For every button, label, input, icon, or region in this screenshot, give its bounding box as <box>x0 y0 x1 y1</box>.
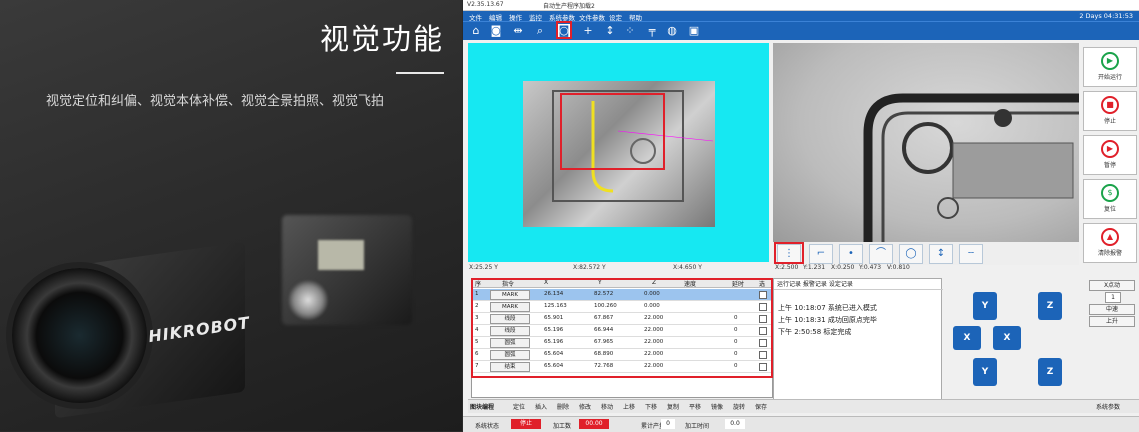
camera-icon[interactable]: ◙ <box>489 24 503 38</box>
process-time-label: 加工时间 <box>685 423 710 430</box>
edit-tab-bar: 图块编程 定位 插入 删除 修改 移动 上移 下移 复制 平移 镜像 旋转 保存… <box>468 399 1139 413</box>
log-line: 上午 10:18:07 系统已进入模式 <box>778 304 877 312</box>
window-title: 自动生产程序加载2 <box>543 3 595 10</box>
coord-readout-2: X:82.572 Y <box>573 264 606 271</box>
play-icon: ▶ <box>1101 52 1119 70</box>
dispensing-software-window: V2.35.13.67 自动生产程序加载2 文件 编辑 操作 监控 系统参数 文… <box>463 0 1139 432</box>
start-button[interactable]: ▶ 开始运行 <box>1083 47 1137 87</box>
process-count-value: 00.00 <box>579 419 609 429</box>
system-state-label: 系统状态 <box>475 423 500 430</box>
process-time-value: 0.0 <box>725 419 745 429</box>
tab-move-up[interactable]: 上移 <box>623 402 635 411</box>
log-panel: 运行记录 报警记录 设定记录 上午 10:18:07 系统已进入模式 上午 10… <box>773 278 944 400</box>
jog-mode-select[interactable]: X点动 <box>1089 280 1135 291</box>
tab-save[interactable]: 保存 <box>755 402 767 411</box>
alarm-icon: ▲ <box>1101 228 1119 246</box>
title-bar: V2.35.13.67 自动生产程序加载2 <box>463 0 1139 11</box>
cam-coord-2: Y:1.231 <box>803 264 826 271</box>
cam-coord-1: X:2.500 <box>775 264 799 271</box>
camera-image-drawing <box>863 93 1079 242</box>
jog-x-minus-button[interactable]: X <box>953 326 981 350</box>
cam-coord-3: X:0.250 <box>831 264 855 271</box>
path-tool-bar: ⋮ ⌐ • ⌒ ◯ ↕ ┄ <box>773 242 1079 265</box>
system-state-value: 停止 <box>511 419 541 429</box>
version-text: V2.35.13.67 <box>467 1 504 8</box>
vertical-icon[interactable]: ↕ <box>603 24 617 38</box>
vertical-line-tool-icon[interactable]: ↕ <box>929 244 953 264</box>
line-end-tool-icon[interactable]: ⌐ <box>809 244 833 264</box>
jog-z-plus-button[interactable]: Z <box>1038 292 1062 320</box>
log-tabs[interactable]: 运行记录 报警记录 设定记录 <box>774 279 944 290</box>
promo-panel: 视觉功能 视觉定位和纠偏、视觉本体补偿、视觉全景拍照、视觉飞拍 HIKROBOT <box>0 0 462 431</box>
tab-block-program[interactable]: 图块编程 <box>470 402 494 411</box>
status-bar: 系统状态 停止 加工数 00.00 累计产量 0 加工时间 0.0 <box>463 416 1139 432</box>
tab-copy[interactable]: 复制 <box>667 402 679 411</box>
cam-coord-4: Y:0.473 <box>859 264 882 271</box>
move-icon[interactable]: ⇹ <box>511 24 525 38</box>
tab-move-down[interactable]: 下移 <box>645 402 657 411</box>
jog-pad: Y Z X X Y Z <box>943 278 1073 398</box>
home-icon[interactable]: ⌂ <box>469 24 483 38</box>
mid-speed-button[interactable]: 中速 <box>1089 304 1135 315</box>
tab-locate[interactable]: 定位 <box>513 402 525 411</box>
camera-live-view[interactable] <box>773 43 1079 242</box>
line-tool-icon[interactable]: • <box>839 244 863 264</box>
log-line: 下午 2:50:58 标定完成 <box>778 328 852 336</box>
jog-z-minus-button[interactable]: Z <box>1038 358 1062 386</box>
pause-button[interactable]: ▶ 暂停 <box>1083 135 1137 175</box>
pause-icon: ▶ <box>1101 140 1119 158</box>
jog-y-plus-button[interactable]: Y <box>973 292 997 320</box>
promo-divider <box>396 72 444 74</box>
camera-port-image <box>318 240 364 270</box>
promo-title: 视觉功能 <box>319 22 444 56</box>
menu-bar: 文件 编辑 操作 监控 系统参数 文件参数 设定 帮助 2 Days 04:31… <box>463 11 1139 22</box>
circle-tool-icon[interactable]: ◯ <box>899 244 923 264</box>
tab-insert[interactable]: 插入 <box>535 402 547 411</box>
process-count-label: 加工数 <box>553 423 572 430</box>
side-control-panel: ▶ 开始运行 ■ 停止 ▶ 暂停 $ 复位 ▲ 清除报警 <box>1081 43 1139 268</box>
panorama-view[interactable] <box>468 43 769 262</box>
image-icon[interactable]: ▣ <box>687 24 701 38</box>
tab-translate[interactable]: 平移 <box>689 402 701 411</box>
log-line: 上午 10:18:31 成功回原点完毕 <box>778 316 877 324</box>
highlight-roi <box>560 93 665 170</box>
level-icon[interactable]: ╤ <box>645 24 659 38</box>
reset-icon: $ <box>1101 184 1119 202</box>
jog-y-minus-button[interactable]: Y <box>973 358 997 386</box>
camera-lens-image <box>12 268 147 403</box>
reset-button[interactable]: $ 复位 <box>1083 179 1137 219</box>
clear-alarm-button[interactable]: ▲ 清除报警 <box>1083 223 1137 263</box>
tab-mirror[interactable]: 镜像 <box>711 402 723 411</box>
total-output-value: 0 <box>661 419 675 429</box>
stop-icon: ■ <box>1101 96 1119 114</box>
highlight-capture <box>556 21 572 39</box>
tab-modify[interactable]: 修改 <box>579 402 591 411</box>
camera-connector-image <box>288 280 328 320</box>
search-icon[interactable]: ⌕ <box>533 24 547 38</box>
coord-readout-1: X:25.25 Y <box>469 264 498 271</box>
raise-button[interactable]: 上升 <box>1089 316 1135 327</box>
grid-icon[interactable]: ⁘ <box>623 24 637 38</box>
highlight-table <box>471 278 773 378</box>
tab-rotate[interactable]: 旋转 <box>733 402 745 411</box>
jog-x-plus-button[interactable]: X <box>993 326 1021 350</box>
stop-button[interactable]: ■ 停止 <box>1083 91 1137 131</box>
coord-readout-3: X:4.650 Y <box>673 264 702 271</box>
dotted-line-tool-icon[interactable]: ┄ <box>959 244 983 264</box>
runtime-status: 2 Days 04:31:53 <box>1079 12 1133 20</box>
cam-coord-5: V:0.810 <box>887 264 910 271</box>
arc-tool-icon[interactable]: ⌒ <box>869 244 893 264</box>
cross-icon[interactable]: + <box>581 24 595 38</box>
tab-system-params[interactable]: 系统参数 <box>1096 402 1120 411</box>
jog-options: X点动 1 中速 上升 <box>1075 278 1139 358</box>
highlight-point-tool <box>774 242 804 264</box>
speed-value-field[interactable]: 1 <box>1105 292 1121 303</box>
tab-move[interactable]: 移动 <box>601 402 613 411</box>
globe-icon[interactable]: ◍ <box>665 24 679 38</box>
tab-delete[interactable]: 删除 <box>557 402 569 411</box>
promo-subtitle: 视觉定位和纠偏、视觉本体补偿、视觉全景拍照、视觉飞拍 <box>46 94 385 109</box>
